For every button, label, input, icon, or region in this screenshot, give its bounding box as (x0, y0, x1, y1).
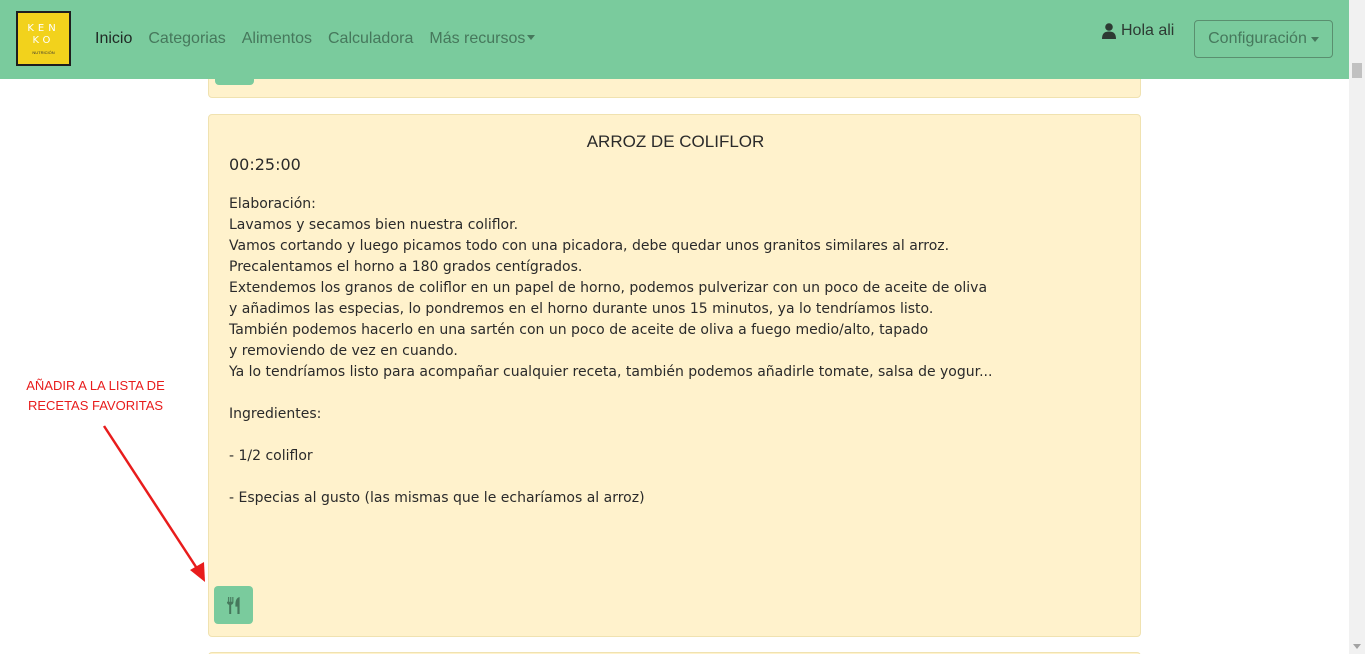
annotation-arrow (102, 425, 205, 582)
user-greeting[interactable]: Hola ali (1102, 22, 1174, 40)
nav-link-alimentos[interactable]: Alimentos (242, 29, 312, 49)
logo-tagline: NUTRICIÓN (32, 49, 55, 55)
greeting-text: Hola ali (1121, 22, 1175, 39)
nav-links: Inicio Categorias Alimentos Calculadora … (95, 29, 551, 49)
brand-logo[interactable]: KEN KO NUTRICIÓN (16, 11, 71, 66)
logo-line1: KEN (27, 22, 60, 34)
logo-line2: KO (32, 34, 55, 46)
caret-down-icon (1310, 36, 1319, 42)
vertical-scrollbar[interactable] (1349, 0, 1365, 654)
nav-link-calculadora[interactable]: Calculadora (328, 29, 413, 49)
nav-dropdown-label: Más recursos (429, 30, 526, 47)
scroll-down-icon[interactable] (1353, 644, 1361, 649)
caret-down-icon (527, 35, 536, 40)
user-icon (1102, 23, 1116, 39)
nav-link-inicio[interactable]: Inicio (95, 29, 132, 49)
navbar: KEN KO NUTRICIÓN Inicio Categorias Alime… (0, 0, 1349, 79)
config-dropdown-button[interactable]: Configuración (1194, 20, 1333, 58)
scrollbar-thumb[interactable] (1352, 63, 1362, 78)
nav-link-categorias[interactable]: Categorias (148, 29, 225, 49)
config-label: Configuración (1208, 30, 1307, 47)
nav-dropdown-mas-recursos[interactable]: Más recursos (429, 29, 536, 49)
